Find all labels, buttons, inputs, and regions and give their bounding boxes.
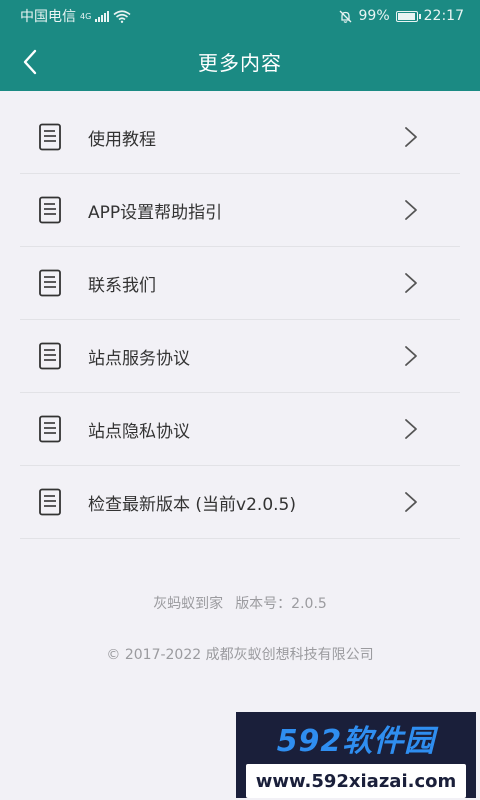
carrier-name: 中国电信 xyxy=(20,9,76,25)
chevron-right-icon xyxy=(405,127,417,147)
watermark-brand: 592软件园 xyxy=(276,724,436,759)
page-title: 更多内容 xyxy=(198,51,282,75)
status-left: 中国电信 4G xyxy=(20,6,131,26)
menu-item-label: 使用教程 xyxy=(88,129,156,150)
network-type: 4G xyxy=(80,11,92,21)
menu-item-label: 站点隐私协议 xyxy=(88,421,190,442)
document-icon xyxy=(39,196,61,224)
chevron-right-icon xyxy=(405,273,417,293)
menu-item-service-agreement[interactable]: 站点服务协议 xyxy=(20,320,460,393)
menu-item-check-update[interactable]: 检查最新版本 (当前v2.0.5) xyxy=(20,466,460,539)
bell-off-icon xyxy=(339,10,351,23)
battery-percent: 99% xyxy=(358,8,390,24)
back-button[interactable] xyxy=(12,44,48,80)
chevron-right-icon xyxy=(405,419,417,439)
battery-icon xyxy=(395,10,421,22)
version-info: 灰蚂蚁到家 版本号：2.0.5 xyxy=(0,593,480,613)
menu-item-label: APP设置帮助指引 xyxy=(88,202,223,223)
chevron-right-icon xyxy=(405,200,417,220)
menu-item-tutorial[interactable]: 使用教程 xyxy=(20,101,460,174)
menu-item-app-settings-guide[interactable]: APP设置帮助指引 xyxy=(20,174,460,247)
watermark-url: www.592xiazai.com xyxy=(246,764,466,798)
menu-item-privacy-agreement[interactable]: 站点隐私协议 xyxy=(20,393,460,466)
copyright-text: © 2017-2022 成都灰蚁创想科技有限公司 xyxy=(106,647,374,663)
wifi-icon xyxy=(113,9,131,23)
menu-list: 使用教程 APP设置帮助指引 联系我们 站点服务协议 站点隐私协议 检查最新版本… xyxy=(0,101,480,539)
version-number: 版本号：2.0.5 xyxy=(235,596,327,612)
battery-level xyxy=(397,12,416,20)
menu-item-label: 站点服务协议 xyxy=(88,348,190,369)
document-icon xyxy=(39,123,61,151)
menu-item-label: 检查最新版本 (当前v2.0.5) xyxy=(88,494,296,515)
menu-item-label: 联系我们 xyxy=(88,275,156,296)
watermark: 592软件园 www.592xiazai.com xyxy=(236,712,476,798)
document-icon xyxy=(39,415,61,443)
app-header: 中国电信 4G 99% 22:17 更多内容 xyxy=(0,0,480,91)
nav-bar: 更多内容 xyxy=(0,32,480,91)
status-bar: 中国电信 4G 99% 22:17 xyxy=(0,0,480,32)
signal-icon xyxy=(95,10,110,22)
chevron-left-icon xyxy=(23,49,37,75)
menu-item-contact-us[interactable]: 联系我们 xyxy=(20,247,460,320)
document-icon xyxy=(39,488,61,516)
chevron-right-icon xyxy=(405,346,417,366)
app-name: 灰蚂蚁到家 xyxy=(153,596,224,612)
chevron-right-icon xyxy=(405,492,417,512)
document-icon xyxy=(39,269,61,297)
clock: 22:17 xyxy=(423,8,464,24)
status-right: 99% 22:17 xyxy=(338,8,464,24)
document-icon xyxy=(39,342,61,370)
